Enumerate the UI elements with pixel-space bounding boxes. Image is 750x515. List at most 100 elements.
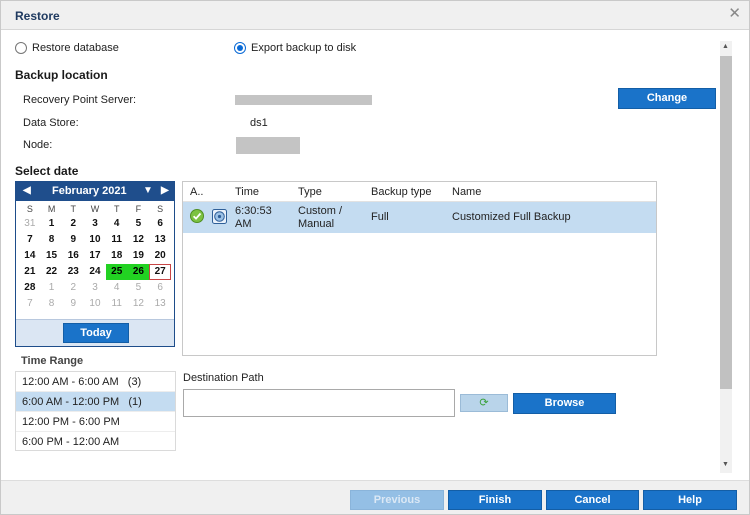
calendar-day[interactable]: 10 (84, 296, 106, 312)
calendar-day[interactable]: 8 (41, 232, 63, 248)
col-backup-type[interactable]: Backup type (371, 186, 432, 198)
calendar-day[interactable]: 14 (19, 248, 41, 264)
scroll-up-icon[interactable]: ▲ (722, 43, 729, 50)
weekday-label: T (113, 204, 120, 214)
col-name[interactable]: Name (452, 186, 481, 198)
weekday-label: S (157, 204, 164, 214)
calendar-day[interactable]: 16 (62, 248, 84, 264)
time-range-item[interactable]: 6:00 PM - 12:00 AM (16, 432, 175, 452)
row-backup-type: Full (371, 211, 389, 223)
previous-button[interactable]: Previous (350, 490, 444, 510)
time-range-item[interactable]: 12:00 PM - 6:00 PM (16, 412, 175, 432)
row-type: Custom / (298, 205, 343, 217)
restore-dialog: Restore ✕ Restore database Export backup… (0, 0, 750, 515)
calendar-day[interactable]: 5 (128, 216, 150, 232)
weekday-label: F (135, 204, 142, 214)
calendar-day[interactable]: 9 (62, 296, 84, 312)
calendar-day[interactable]: 26 (127, 264, 150, 280)
weekday-label: M (47, 204, 56, 214)
calendar-footer: Today (16, 319, 174, 346)
calendar-day[interactable]: 24 (84, 264, 106, 280)
calendar-day[interactable]: 3 (84, 280, 106, 296)
calendar-day[interactable]: 28 (19, 280, 41, 296)
help-button[interactable]: Help (643, 490, 737, 510)
today-button[interactable]: Today (63, 323, 129, 343)
calendar-day[interactable]: 20 (149, 248, 171, 264)
calendar-day[interactable]: 23 (62, 264, 84, 280)
browse-button[interactable]: Browse (513, 393, 616, 414)
calendar-day[interactable]: 22 (41, 264, 63, 280)
close-icon[interactable]: ✕ (728, 5, 741, 23)
destination-path-input[interactable] (183, 389, 455, 417)
calendar-day[interactable]: 19 (128, 248, 150, 264)
restore-database-label: Restore database (32, 42, 119, 54)
restore-database-radio[interactable]: Restore database (15, 42, 119, 54)
calendar-day[interactable]: 5 (128, 280, 150, 296)
table-header: A.. Time Type Backup type Name (183, 182, 656, 202)
refresh-path-button[interactable]: ⟳ (460, 394, 508, 412)
calendar-day[interactable]: 13 (149, 296, 171, 312)
prev-month-icon[interactable]: ◀ (23, 185, 31, 196)
node-label: Node: (23, 139, 53, 151)
calendar-day[interactable]: 2 (62, 280, 84, 296)
calendar-day[interactable]: 4 (106, 280, 128, 296)
time-range-item[interactable]: 12:00 AM - 6:00 AM (3) (16, 372, 175, 392)
calendar-day[interactable]: 18 (106, 248, 128, 264)
select-date-title: Select date (15, 164, 79, 178)
cancel-button[interactable]: Cancel (546, 490, 639, 510)
calendar-day[interactable]: 6 (149, 280, 171, 296)
calendar-day[interactable]: 21 (19, 264, 41, 280)
calendar-day[interactable]: 12 (128, 232, 150, 248)
time-range-list: 12:00 AM - 6:00 AM (3) 6:00 AM - 12:00 P… (15, 371, 176, 451)
time-range-item-selected[interactable]: 6:00 AM - 12:00 PM (1) (16, 392, 175, 412)
export-backup-radio[interactable]: Export backup to disk (234, 42, 356, 54)
calendar-day[interactable]: 1 (41, 280, 63, 296)
calendar-day[interactable]: 8 (41, 296, 63, 312)
calendar-day[interactable]: 10 (84, 232, 106, 248)
calendar-day[interactable]: 31 (19, 216, 41, 232)
col-status[interactable]: A.. (190, 186, 203, 198)
calendar-day[interactable]: 11 (106, 232, 128, 248)
calendar-day[interactable]: 13 (149, 232, 171, 248)
backups-table: A.. Time Type Backup type Name 6:30:53 A… (182, 181, 657, 356)
calendar-grid: S M T W T F S 31 1 2 3 4 5 6 7 8 9 10 11 12 13 14 15 16 17 18 19 20… (16, 201, 174, 312)
dialog-content: Restore database Export backup to disk B… (1, 31, 749, 479)
radio-checked-icon[interactable] (234, 42, 246, 54)
col-type[interactable]: Type (298, 186, 322, 198)
finish-button[interactable]: Finish (448, 490, 542, 510)
calendar-day[interactable]: 2 (62, 216, 84, 232)
rps-label: Recovery Point Server: (23, 94, 137, 106)
weekday-label: T (70, 204, 77, 214)
month-dropdown-icon[interactable]: ▼ (143, 185, 153, 196)
row-time: 6:30:53 (235, 205, 272, 217)
success-check-icon (190, 209, 204, 223)
change-button[interactable]: Change (618, 88, 716, 109)
calendar-day[interactable]: 12 (128, 296, 150, 312)
row-type-cont: Manual (298, 218, 335, 230)
calendar-day[interactable]: 27 (149, 264, 171, 280)
next-month-icon[interactable]: ▶ (161, 185, 169, 196)
radio-unchecked-icon[interactable] (15, 42, 27, 54)
calendar-day[interactable]: 1 (41, 216, 63, 232)
row-name: Customized Full Backup (452, 211, 571, 223)
scroll-thumb[interactable] (720, 56, 732, 389)
calendar-day[interactable]: 4 (106, 216, 128, 232)
dialog-title: Restore (15, 9, 60, 23)
calendar-day[interactable]: 6 (149, 216, 171, 232)
time-range-title: Time Range (21, 355, 84, 367)
table-row[interactable]: 6:30:53 AM Custom / Manual Full Customiz… (183, 202, 656, 233)
content-scrollbar[interactable]: ▲ ▼ (720, 41, 732, 473)
calendar-day[interactable]: 7 (19, 232, 41, 248)
calendar-day[interactable]: 11 (106, 296, 128, 312)
scroll-down-icon[interactable]: ▼ (722, 461, 729, 468)
datastore-value: ds1 (250, 117, 268, 129)
backup-disc-icon (212, 209, 227, 224)
calendar-day[interactable]: 7 (19, 296, 41, 312)
calendar-day[interactable]: 9 (62, 232, 84, 248)
calendar-day[interactable]: 25 (105, 264, 128, 280)
calendar-day[interactable]: 17 (84, 248, 106, 264)
col-time[interactable]: Time (235, 186, 259, 198)
calendar-day[interactable]: 3 (84, 216, 106, 232)
dialog-footer: Previous Finish Cancel Help (1, 480, 749, 514)
calendar-day[interactable]: 15 (41, 248, 63, 264)
